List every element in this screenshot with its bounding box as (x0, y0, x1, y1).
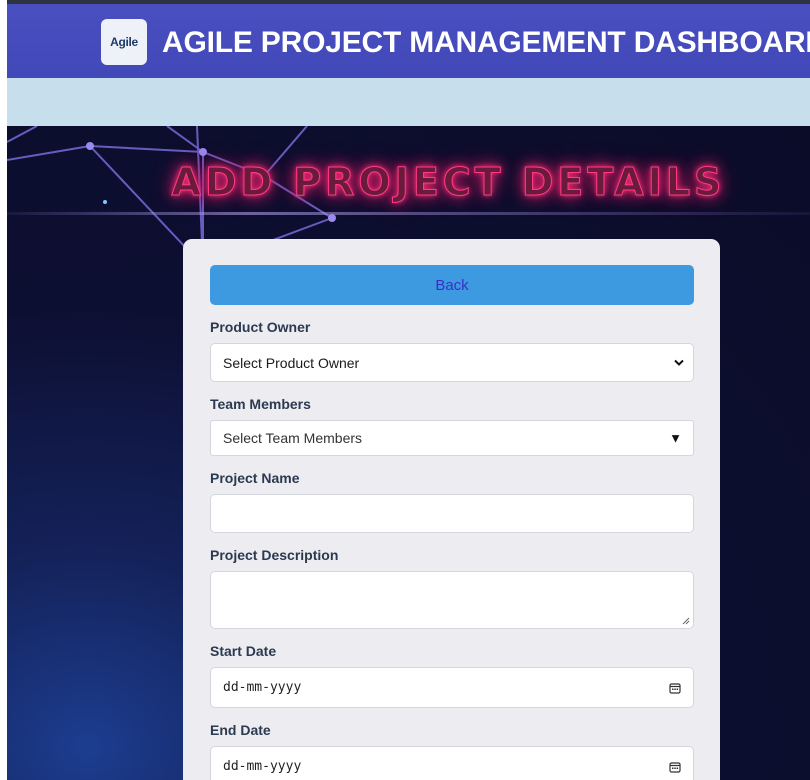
start-date-placeholder: dd-mm-yyyy (223, 680, 302, 695)
team-members-label: Team Members (210, 396, 311, 412)
chevron-down-icon (674, 359, 684, 366)
start-date-input[interactable]: dd-mm-yyyy (210, 667, 694, 708)
sub-header-bar (7, 78, 810, 126)
page-heading: ADD PROJECT DETAILS (171, 160, 726, 205)
app-title: AGILE PROJECT MANAGEMENT DASHBOARD (162, 26, 810, 59)
top-header: Agile AGILE PROJECT MANAGEMENT DASHBOARD (7, 0, 810, 78)
product-owner-select[interactable]: Select Product Owner (210, 343, 694, 382)
calendar-icon[interactable] (669, 761, 681, 773)
project-description-textarea[interactable] (210, 571, 694, 629)
product-owner-selected-value: Select Product Owner (223, 354, 360, 371)
project-description-label: Project Description (210, 547, 339, 563)
end-date-placeholder: dd-mm-yyyy (223, 759, 302, 774)
add-project-form: Back Product Owner Select Product Owner … (183, 239, 720, 780)
resize-handle-icon[interactable] (682, 617, 690, 625)
calendar-icon[interactable] (669, 682, 681, 694)
back-button[interactable]: Back (210, 265, 694, 305)
triangle-down-icon: ▼ (669, 430, 682, 446)
horizon-glow-line (7, 212, 810, 215)
project-name-input[interactable] (210, 494, 694, 533)
product-owner-label: Product Owner (210, 319, 311, 335)
team-members-selected-value: Select Team Members (223, 430, 363, 446)
project-name-label: Project Name (210, 470, 300, 486)
end-date-input[interactable]: dd-mm-yyyy (210, 746, 694, 780)
logo-text: Agile (110, 35, 138, 49)
app-logo[interactable]: Agile (101, 19, 147, 65)
team-members-multiselect[interactable]: Select Team Members ▼ (210, 420, 694, 456)
window-edge (0, 0, 7, 780)
start-date-label: Start Date (210, 643, 277, 659)
end-date-label: End Date (210, 722, 271, 738)
